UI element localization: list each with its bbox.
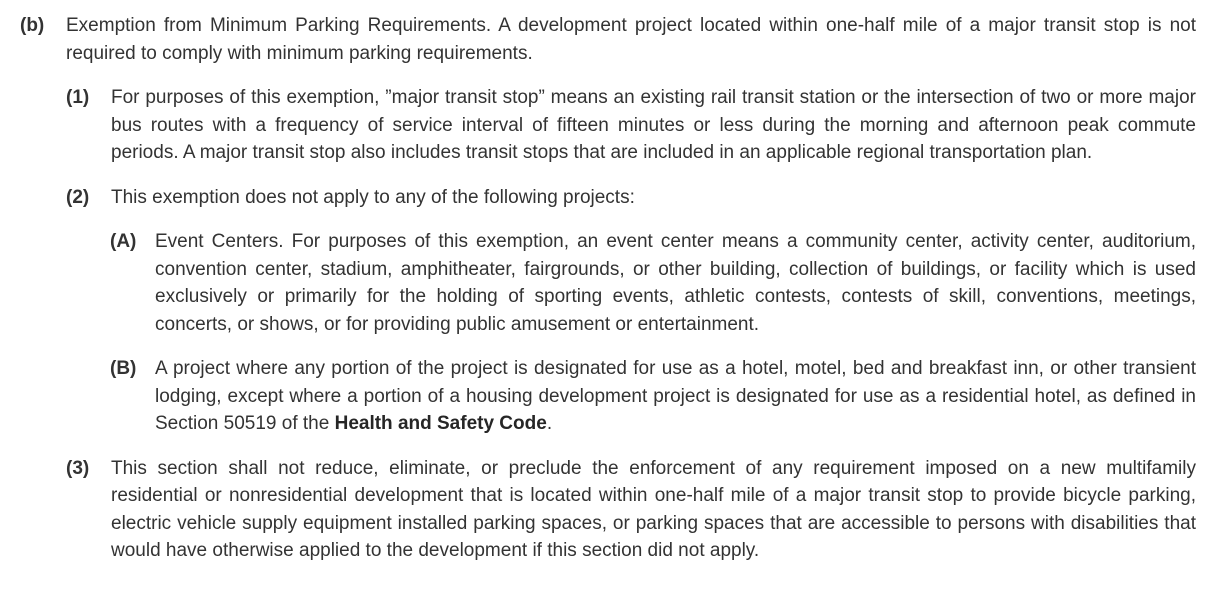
- item-a-marker: (A): [110, 231, 137, 252]
- item-1-marker: (1): [66, 87, 90, 108]
- item-3: (3) This section shall not reduce, elimi…: [0, 455, 1218, 565]
- item-b: (B) A project where any portion of the p…: [0, 355, 1218, 438]
- item-b-text-before: A project where any portion of the proje…: [155, 358, 1196, 434]
- item-1: (1) For purposes of this exemption, ”maj…: [0, 84, 1218, 167]
- legal-document: (b) Exemption from Minimum Parking Requi…: [0, 0, 1218, 600]
- item-a-text: Event Centers. For purposes of this exem…: [155, 231, 1196, 335]
- section-b: (b) Exemption from Minimum Parking Requi…: [0, 12, 1218, 67]
- health-safety-code-reference: Health and Safety Code: [334, 413, 547, 434]
- item-b-marker: (B): [110, 358, 137, 379]
- item-3-text: This section shall not reduce, eliminate…: [111, 457, 1196, 562]
- section-b-text: Exemption from Minimum Parking Requireme…: [66, 15, 1196, 64]
- item-1-text: For purposes of this exemption, ”major t…: [111, 87, 1196, 163]
- item-a: (A) Event Centers. For purposes of this …: [0, 228, 1218, 338]
- item-3-marker: (3): [66, 457, 90, 479]
- section-b-marker: (b): [20, 15, 45, 36]
- item-2-text: This exemption does not apply to any of …: [111, 186, 635, 208]
- item-b-text: A project where any portion of the proje…: [155, 355, 1196, 438]
- item-2-marker: (2): [66, 186, 90, 208]
- item-b-text-after: .: [546, 413, 553, 434]
- item-2: (2) This exemption does not apply to any…: [0, 184, 1218, 212]
